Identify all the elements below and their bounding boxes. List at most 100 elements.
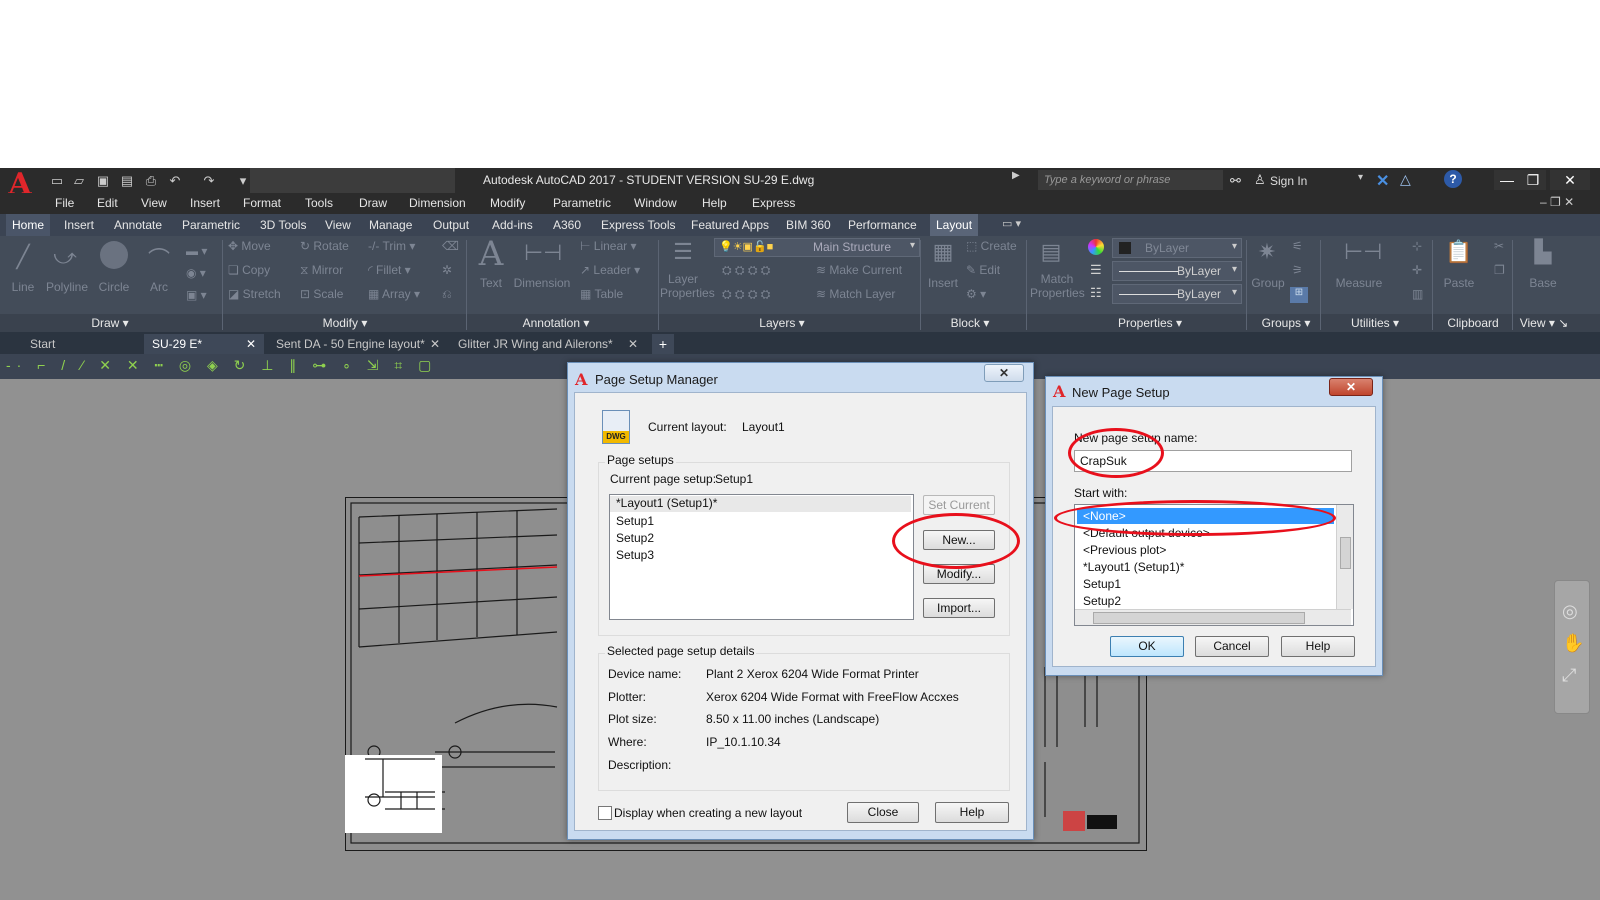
tab-parametric[interactable]: Parametric	[176, 214, 246, 236]
menu-dimension[interactable]: Dimension	[409, 196, 466, 210]
menu-modify[interactable]: Modify	[490, 196, 525, 210]
table-icon[interactable]: ▦ Table	[580, 287, 623, 301]
hatch-icon[interactable]: ◉ ▾	[186, 266, 206, 280]
match-properties-icon[interactable]: ▤	[1036, 239, 1066, 265]
tab-3d-tools[interactable]: 3D Tools	[254, 214, 312, 236]
tab-output[interactable]: Output	[427, 214, 475, 236]
mirror-icon[interactable]: ⧖ Mirror	[300, 263, 343, 278]
redo-icon[interactable]: ↷	[200, 173, 218, 189]
array-icon[interactable]: ▦ Array ▾	[368, 287, 420, 301]
id-point-icon[interactable]: ⊹	[1412, 239, 1422, 253]
insert-block-icon[interactable]: ▦	[928, 239, 958, 265]
help-icon[interactable]: ?	[1444, 170, 1462, 188]
tab-view[interactable]: View	[319, 214, 357, 236]
trim-label[interactable]: Trim	[382, 239, 406, 253]
search-input[interactable]: Type a keyword or phrase	[1038, 170, 1223, 190]
ungroup-icon[interactable]: ⚟	[1292, 239, 1303, 253]
stretch-icon[interactable]: ◪ Stretch	[228, 287, 281, 301]
move-label[interactable]: Move	[241, 239, 270, 253]
list-item[interactable]: Setup1	[616, 514, 654, 528]
arc-button-label[interactable]: Arc	[142, 280, 176, 294]
undo-icon[interactable]: ↶	[166, 173, 184, 189]
erase-icon[interactable]: ⌫	[442, 239, 459, 253]
fillet-label[interactable]: Fillet	[376, 263, 401, 277]
mirror-label[interactable]: Mirror	[312, 263, 343, 277]
group-selection-icon[interactable]: ⊞	[1290, 287, 1308, 303]
tab-annotate[interactable]: Annotate	[108, 214, 168, 236]
list-item[interactable]: <Previous plot>	[1083, 543, 1166, 557]
clipboard-panel-title[interactable]: Clipboard	[1438, 314, 1508, 332]
tab-express-tools[interactable]: Express Tools	[595, 214, 681, 236]
save-icon[interactable]: ▣	[94, 173, 112, 189]
boundary-icon[interactable]: ▣ ▾	[186, 288, 207, 302]
menu-express[interactable]: Express	[752, 196, 795, 210]
rotate-label[interactable]: Rotate	[313, 239, 348, 253]
measure-button-label[interactable]: Measure	[1332, 276, 1386, 290]
move-icon[interactable]: ✥ Move	[228, 239, 271, 253]
linetype-dropdown[interactable]: ByLayer ▾	[1112, 261, 1242, 281]
rotate-icon[interactable]: ↻ Rotate	[300, 239, 349, 253]
properties-panel-title[interactable]: Properties ▾	[1110, 314, 1190, 332]
lineweight-dropdown[interactable]: ByLayer ▾	[1112, 284, 1242, 304]
tab-manage[interactable]: Manage	[363, 214, 418, 236]
help-button[interactable]: Help	[935, 802, 1009, 823]
close-tab-icon[interactable]: ✕	[628, 334, 638, 354]
copy-clip-icon[interactable]: ❐	[1494, 263, 1505, 277]
layer-dropdown[interactable]: 💡☀▣🔓■ Main Structure ▾	[714, 238, 920, 257]
tab-insert[interactable]: Insert	[58, 214, 100, 236]
line-icon[interactable]: ╱	[8, 244, 38, 270]
autodesk-a360-icon[interactable]: △	[1400, 171, 1411, 188]
menu-file[interactable]: File	[55, 196, 74, 210]
match-layer-button[interactable]: ≋ Match Layer	[816, 287, 895, 301]
base-view-icon[interactable]: ▙	[1528, 239, 1558, 265]
text-icon[interactable]: A	[476, 234, 506, 274]
color-dropdown[interactable]: ByLayer ▾	[1112, 238, 1242, 258]
sign-in-button[interactable]: Sign In	[1270, 174, 1307, 188]
block-panel-title[interactable]: Block ▾	[940, 314, 1000, 332]
list-item[interactable]: *Layout1 (Setup1)*	[1083, 560, 1184, 574]
menu-draw[interactable]: Draw	[359, 196, 387, 210]
tab-add-ins[interactable]: Add-ins	[486, 214, 539, 236]
measure-icon[interactable]: ⊢⊣	[1344, 239, 1382, 265]
stretch-label[interactable]: Stretch	[243, 287, 281, 301]
minimize-window-icon[interactable]: —	[1494, 170, 1520, 190]
tab-layout[interactable]: Layout	[930, 214, 979, 236]
dimension-icon[interactable]: ⊢⊣	[524, 240, 562, 266]
display-new-layout-checkbox[interactable]	[598, 806, 612, 820]
cancel-button[interactable]: Cancel	[1195, 636, 1269, 657]
save-as-icon[interactable]: ▤	[118, 173, 136, 189]
leader-icon[interactable]: ↗ Leader ▾	[580, 263, 640, 277]
sign-in-dropdown-icon[interactable]: ▾	[1358, 172, 1363, 183]
menu-tools[interactable]: Tools	[305, 196, 333, 210]
doc-tab-glitter-wing[interactable]: Glitter JR Wing and Ailerons* ✕	[450, 334, 644, 354]
menu-insert[interactable]: Insert	[190, 196, 220, 210]
lineweight-icon[interactable]: ☷	[1090, 285, 1102, 301]
groups-panel-title[interactable]: Groups ▾	[1256, 314, 1316, 332]
set-current-button[interactable]: Set Current	[923, 495, 995, 515]
tab-featured-apps[interactable]: Featured Apps	[685, 214, 775, 236]
base-button-label[interactable]: Base	[1520, 276, 1566, 290]
menu-help[interactable]: Help	[702, 196, 727, 210]
pan-hand-icon[interactable]: ✋	[1562, 633, 1584, 654]
layer-tools-row2-icons[interactable]: ⛭ ⛭ ⛭ ⛭	[722, 287, 770, 302]
doc-tab-su29[interactable]: SU-29 E* ✕	[144, 334, 264, 354]
group-button-label[interactable]: Group	[1248, 276, 1288, 290]
horizontal-scrollbar[interactable]	[1075, 609, 1351, 625]
user-icon[interactable]: ♙	[1254, 172, 1266, 188]
tab-bim-360[interactable]: BIM 360	[780, 214, 837, 236]
open-file-icon[interactable]: ▱	[70, 173, 88, 189]
text-button-label[interactable]: Text	[474, 276, 508, 290]
ribbon-minimize-icon[interactable]: ▭ ▾	[1002, 217, 1021, 230]
list-item[interactable]: Setup2	[1083, 594, 1121, 608]
tab-a360[interactable]: A360	[547, 214, 587, 236]
menu-format[interactable]: Format	[243, 196, 281, 210]
close-tab-icon[interactable]: ✕	[430, 334, 440, 354]
new-tab-plus-icon[interactable]: +	[652, 334, 674, 354]
tab-performance[interactable]: Performance	[842, 214, 923, 236]
plot-icon[interactable]: ⎙	[142, 173, 160, 189]
import-button[interactable]: Import...	[923, 598, 995, 618]
zoom-extents-icon[interactable]: ⤢	[1562, 665, 1576, 686]
page-setups-list[interactable]: *Layout1 (Setup1)* Setup1 Setup2 Setup3	[609, 494, 914, 620]
insert-block-label[interactable]: Insert	[922, 276, 964, 290]
create-block-button[interactable]: ⬚ Create	[966, 239, 1017, 253]
